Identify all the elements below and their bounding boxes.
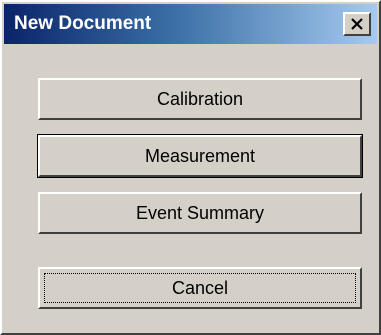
cancel-button[interactable]: Cancel xyxy=(38,267,362,309)
event-summary-button-label: Event Summary xyxy=(135,202,265,223)
calibration-button-label: Calibration xyxy=(156,88,244,109)
event-summary-button[interactable]: Event Summary xyxy=(38,192,362,234)
close-button[interactable] xyxy=(343,12,371,36)
calibration-button[interactable]: Calibration xyxy=(38,78,362,120)
close-icon xyxy=(351,18,363,30)
measurement-button[interactable]: Measurement xyxy=(37,134,363,178)
measurement-button-label: Measurement xyxy=(144,145,256,166)
title-bar[interactable]: New Document xyxy=(4,4,377,44)
new-document-dialog: New Document Calibration Measurement Eve… xyxy=(0,0,381,335)
cancel-button-label: Cancel xyxy=(171,277,229,298)
dialog-title: New Document xyxy=(14,13,152,34)
